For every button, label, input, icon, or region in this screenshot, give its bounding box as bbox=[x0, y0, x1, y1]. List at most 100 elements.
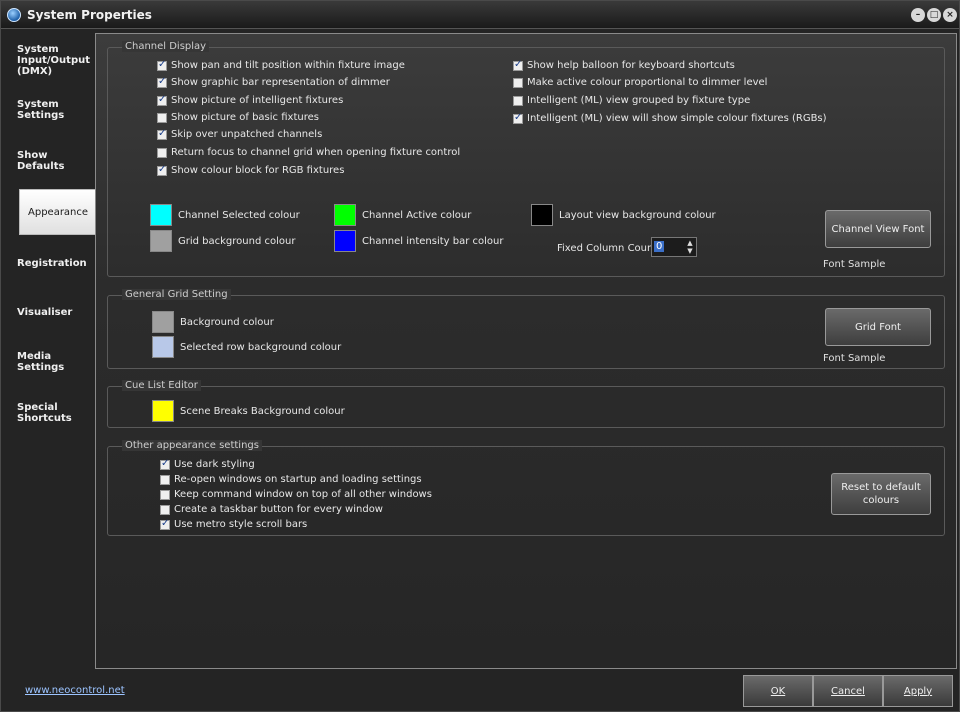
checkbox-skip-unpatched[interactable]: Skip over unpatched channels bbox=[157, 128, 323, 140]
fixed-column-count-label: Fixed Column Count bbox=[557, 243, 658, 254]
checkbox-command-window-top[interactable]: Keep command window on top of all other … bbox=[160, 489, 432, 500]
grid-background-colour[interactable]: Grid background colour bbox=[150, 230, 295, 252]
website-link[interactable]: www.neocontrol.net bbox=[25, 685, 125, 696]
cancel-button[interactable]: Cancel bbox=[813, 675, 883, 707]
minimize-icon[interactable]: – bbox=[911, 8, 925, 22]
colour-swatch[interactable] bbox=[334, 204, 356, 226]
apply-button[interactable]: Apply bbox=[883, 675, 953, 707]
sidebar-item-system-settings[interactable]: System Settings bbox=[9, 99, 95, 121]
checkbox-graphic-bar[interactable]: Show graphic bar representation of dimme… bbox=[157, 76, 390, 88]
checkbox-label: Show graphic bar representation of dimme… bbox=[171, 77, 390, 88]
checkbox-ml-grouped[interactable]: Intelligent (ML) view grouped by fixture… bbox=[513, 95, 750, 106]
system-properties-window: System Properties – □ × System Input/Out… bbox=[0, 0, 960, 712]
swatch-label: Layout view background colour bbox=[559, 209, 716, 221]
checkbox[interactable] bbox=[157, 59, 167, 71]
checkbox[interactable] bbox=[157, 112, 167, 123]
scene-breaks-colour[interactable]: Scene Breaks Background colour bbox=[152, 400, 345, 422]
checkbox-label: Create a taskbar button for every window bbox=[174, 504, 383, 515]
maximize-icon[interactable]: □ bbox=[927, 8, 941, 22]
checkbox[interactable] bbox=[513, 77, 523, 88]
checkbox-label: Intelligent (ML) view grouped by fixture… bbox=[527, 95, 751, 106]
group-title: Cue List Editor bbox=[122, 380, 201, 391]
checkbox[interactable] bbox=[513, 95, 523, 106]
sidebar-item-special-shortcuts[interactable]: Special Shortcuts bbox=[9, 402, 95, 424]
colour-swatch[interactable] bbox=[334, 230, 356, 252]
swatch-label: Channel intensity bar colour bbox=[362, 235, 504, 247]
selected-row-colour[interactable]: Selected row background colour bbox=[152, 336, 341, 358]
checkbox[interactable] bbox=[157, 147, 167, 158]
colour-swatch[interactable] bbox=[531, 204, 553, 226]
checkbox-label: Re-open windows on startup and loading s… bbox=[174, 474, 422, 485]
checkbox-label: Show pan and tilt position within fixtur… bbox=[171, 60, 405, 71]
grid-font-button[interactable]: Grid Font bbox=[825, 308, 931, 346]
checkbox-active-proportional[interactable]: Make active colour proportional to dimme… bbox=[513, 77, 767, 88]
checkbox-pan-tilt[interactable]: Show pan and tilt position within fixtur… bbox=[157, 59, 405, 71]
swatch-label: Selected row background colour bbox=[180, 341, 342, 353]
colour-swatch[interactable] bbox=[152, 400, 174, 422]
fixed-column-count-stepper[interactable]: 0 ▲ ▼ bbox=[651, 237, 697, 257]
group-title: Other appearance settings bbox=[122, 440, 262, 451]
app-logo-icon bbox=[7, 8, 21, 22]
checkbox[interactable] bbox=[160, 489, 170, 500]
channel-selected-colour[interactable]: Channel Selected colour bbox=[150, 204, 300, 226]
intensity-bar-colour[interactable]: Channel intensity bar colour bbox=[334, 230, 504, 252]
checkbox[interactable] bbox=[157, 128, 167, 140]
stepper-value[interactable]: 0 bbox=[654, 241, 665, 252]
colour-swatch[interactable] bbox=[152, 336, 174, 358]
channel-active-colour[interactable]: Channel Active colour bbox=[334, 204, 471, 226]
colour-swatch[interactable] bbox=[150, 230, 172, 252]
checkbox-taskbar-button[interactable]: Create a taskbar button for every window bbox=[160, 504, 383, 515]
checkbox[interactable] bbox=[160, 518, 170, 530]
sidebar-item-registration[interactable]: Registration bbox=[9, 258, 95, 269]
checkbox-help-balloon[interactable]: Show help balloon for keyboard shortcuts bbox=[513, 59, 735, 71]
group-title: Channel Display bbox=[122, 41, 210, 52]
checkbox-label: Intelligent (ML) view will show simple c… bbox=[527, 113, 827, 124]
chevron-down-icon[interactable]: ▼ bbox=[686, 247, 694, 255]
sidebar-item-visualiser[interactable]: Visualiser bbox=[9, 307, 95, 318]
checkbox-metro-scrollbars[interactable]: Use metro style scroll bars bbox=[160, 518, 308, 530]
checkbox-label: Use metro style scroll bars bbox=[174, 519, 308, 530]
swatch-label: Channel Selected colour bbox=[178, 209, 300, 221]
checkbox-label: Keep command window on top of all other … bbox=[174, 489, 432, 500]
colour-swatch[interactable] bbox=[150, 204, 172, 226]
sidebar-item-show-defaults[interactable]: Show Defaults bbox=[9, 150, 95, 172]
grid-bg-colour[interactable]: Background colour bbox=[152, 311, 274, 333]
checkbox-dark-styling[interactable]: Use dark styling bbox=[160, 458, 255, 470]
checkbox[interactable] bbox=[160, 504, 170, 515]
checkbox[interactable] bbox=[157, 76, 167, 88]
checkbox-return-focus[interactable]: Return focus to channel grid when openin… bbox=[157, 147, 460, 158]
font-sample: Font Sample bbox=[823, 353, 886, 364]
checkbox-intelligent-pictures[interactable]: Show picture of intelligent fixtures bbox=[157, 94, 344, 106]
sidebar: System Input/Output (DMX) System Setting… bbox=[9, 39, 103, 669]
sidebar-item-appearance[interactable]: Appearance bbox=[19, 189, 103, 235]
sidebar-item-system-io[interactable]: System Input/Output (DMX) bbox=[9, 44, 95, 77]
checkbox-reopen-windows[interactable]: Re-open windows on startup and loading s… bbox=[160, 474, 422, 485]
reset-default-colours-button[interactable]: Reset to default colours bbox=[831, 473, 931, 515]
chevron-up-icon[interactable]: ▲ bbox=[686, 239, 694, 247]
ok-button[interactable]: OK bbox=[743, 675, 813, 707]
checkbox[interactable] bbox=[160, 458, 170, 470]
swatch-label: Scene Breaks Background colour bbox=[180, 405, 345, 417]
font-sample: Font Sample bbox=[823, 259, 886, 270]
close-icon[interactable]: × bbox=[943, 8, 957, 22]
checkbox-label: Show help balloon for keyboard shortcuts bbox=[527, 60, 735, 71]
colour-swatch[interactable] bbox=[152, 311, 174, 333]
checkbox-basic-pictures[interactable]: Show picture of basic fixtures bbox=[157, 112, 319, 123]
checkbox-label: Show picture of basic fixtures bbox=[171, 112, 319, 123]
checkbox[interactable] bbox=[513, 112, 523, 124]
checkbox[interactable] bbox=[513, 59, 523, 71]
checkbox-label: Show picture of intelligent fixtures bbox=[171, 95, 344, 106]
checkbox[interactable] bbox=[157, 164, 167, 176]
checkbox-colour-block[interactable]: Show colour block for RGB fixtures bbox=[157, 164, 345, 176]
channel-view-font-button[interactable]: Channel View Font bbox=[825, 210, 931, 248]
swatch-label: Grid background colour bbox=[178, 235, 296, 247]
checkbox-label: Skip over unpatched channels bbox=[171, 129, 323, 140]
swatch-label: Background colour bbox=[180, 316, 274, 328]
checkbox[interactable] bbox=[157, 94, 167, 106]
sidebar-item-media-settings[interactable]: Media Settings bbox=[9, 351, 95, 373]
layout-background-colour[interactable]: Layout view background colour bbox=[531, 204, 716, 226]
checkbox-ml-rgb[interactable]: Intelligent (ML) view will show simple c… bbox=[513, 112, 827, 124]
checkbox[interactable] bbox=[160, 474, 170, 485]
title-bar[interactable]: System Properties – □ × bbox=[1, 1, 959, 29]
checkbox-label: Show colour block for RGB fixtures bbox=[171, 165, 345, 176]
